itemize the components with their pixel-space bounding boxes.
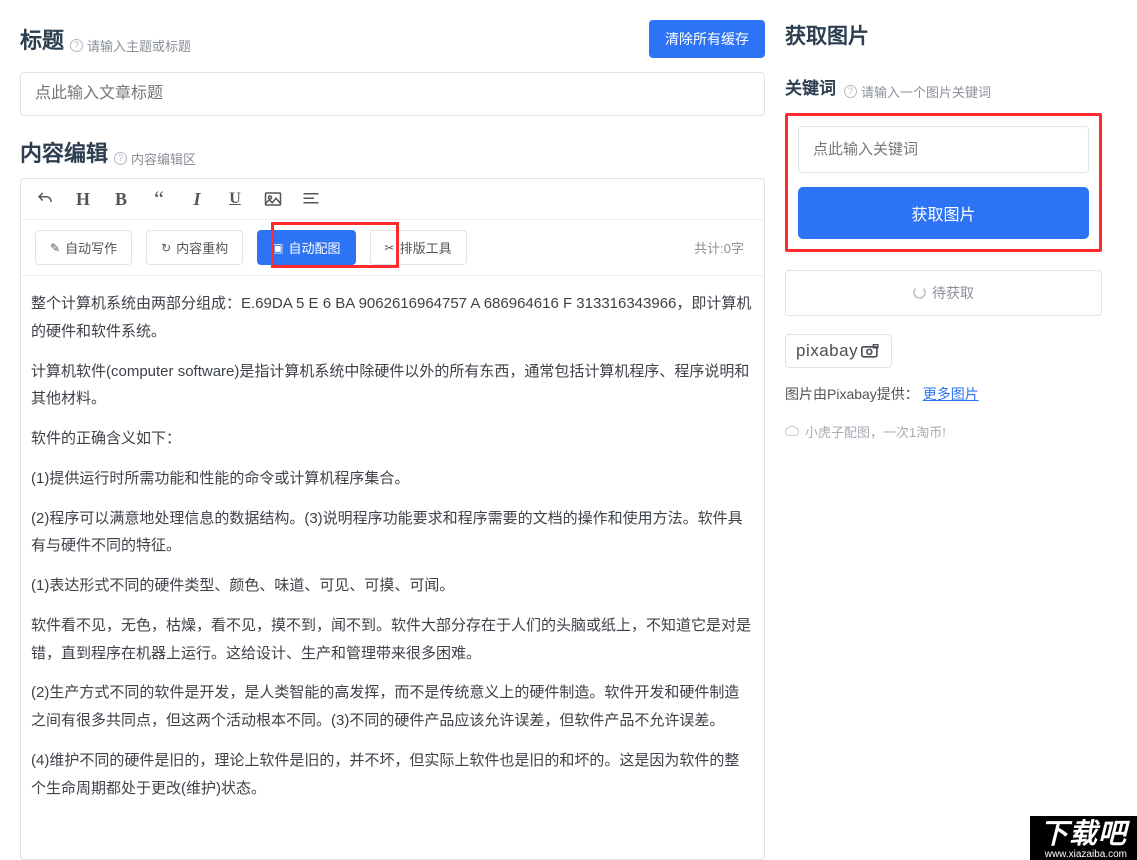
info-icon: ? <box>844 85 857 98</box>
pencil-icon: ✎ <box>50 241 60 255</box>
title-hint: ? 请输入主题或标题 <box>70 36 191 55</box>
align-icon[interactable] <box>301 189 321 209</box>
main-column: 标题 ? 请输入主题或标题 清除所有缓存 内容编辑 ? 内容编辑区 H B “ … <box>0 0 775 860</box>
keyword-highlight-block: 获取图片 <box>785 113 1102 252</box>
content-hint: ? 内容编辑区 <box>114 149 196 168</box>
content-paragraph: (2)程序可以满意地处理信息的数据结构。(3)说明程序功能要求和程序需要的文档的… <box>31 505 754 561</box>
keyword-label: 关键词 <box>785 74 836 99</box>
auto-write-button[interactable]: ✎ 自动写作 <box>35 230 132 265</box>
auto-image-button[interactable]: ▣ 自动配图 <box>257 230 355 265</box>
watermark: 下载吧 www.xiazaiba.com <box>1027 813 1137 860</box>
side-title: 获取图片 <box>785 20 1102 50</box>
pending-status: 待获取 <box>785 270 1102 316</box>
fetch-image-button[interactable]: 获取图片 <box>798 187 1089 239</box>
side-column: 获取图片 关键词 ? 请输入一个图片关键词 获取图片 待获取 pixabay 图… <box>775 0 1120 860</box>
action-toolbar: ✎ 自动写作 ↻ 内容重构 ▣ 自动配图 ✂ 排版工具 共计:0字 <box>21 220 764 276</box>
image-icon[interactable] <box>263 189 283 209</box>
keyword-hint: ? 请输入一个图片关键词 <box>844 82 991 101</box>
char-count: 共计:0字 <box>694 238 750 257</box>
content-paragraph: 软件的正确含义如下： <box>31 425 754 453</box>
content-paragraph: (1)表达形式不同的硬件类型、颜色、味道、可见、可摸、可闻。 <box>31 572 754 600</box>
editor-box: H B “ I U ✎ 自动写作 ↻ 内容重构 ▣ 自动配图 <box>20 178 765 860</box>
content-paragraph: (2)生产方式不同的软件是开发，是人类智能的高发挥，而不是传统意义上的硬件制造。… <box>31 679 754 735</box>
quote-icon[interactable]: “ <box>149 189 169 209</box>
refresh-icon: ↻ <box>161 241 171 255</box>
camera-icon <box>861 344 881 358</box>
underline-icon[interactable]: U <box>225 189 245 209</box>
keyword-input[interactable] <box>798 126 1089 173</box>
content-paragraph: 整个计算机系统由两部分组成：E.69DA 5 E 6 BA 9062616964… <box>31 290 754 346</box>
content-paragraph: (1)提供运行时所需功能和性能的命令或计算机程序集合。 <box>31 465 754 493</box>
italic-icon[interactable]: I <box>187 189 207 209</box>
clear-cache-button[interactable]: 清除所有缓存 <box>649 20 765 58</box>
cloud-icon <box>785 426 799 436</box>
picture-icon: ▣ <box>272 241 283 255</box>
layout-icon: ✂ <box>385 241 395 255</box>
info-icon: ? <box>70 39 83 52</box>
title-label: 标题 <box>20 23 64 55</box>
title-header: 标题 ? 请输入主题或标题 清除所有缓存 <box>20 20 765 58</box>
pixabay-logo: pixabay <box>785 334 892 368</box>
undo-icon[interactable] <box>35 189 55 209</box>
content-paragraph: 软件看不见，无色，枯燥，看不见，摸不到，闻不到。软件大部分存在于人们的头脑或纸上… <box>31 612 754 668</box>
keyword-header: 关键词 ? 请输入一个图片关键词 <box>785 74 1102 101</box>
restructure-button[interactable]: ↻ 内容重构 <box>146 230 243 265</box>
footer-note: 小虎子配图，一次1淘币! <box>785 422 1102 441</box>
format-toolbar: H B “ I U <box>21 179 764 220</box>
spinner-icon <box>913 286 926 299</box>
heading-icon[interactable]: H <box>73 189 93 209</box>
credit-line: 图片由Pixabay提供： 更多图片 <box>785 384 1102 404</box>
content-paragraph: (4)维护不同的硬件是旧的，理论上软件是旧的，并不坏，但实际上软件也是旧的和坏的… <box>31 747 754 803</box>
content-area[interactable]: 整个计算机系统由两部分组成：E.69DA 5 E 6 BA 9062616964… <box>21 276 764 859</box>
bold-icon[interactable]: B <box>111 189 131 209</box>
more-images-link[interactable]: 更多图片 <box>923 386 979 402</box>
info-icon: ? <box>114 152 127 165</box>
content-label: 内容编辑 <box>20 136 108 168</box>
article-title-input[interactable] <box>20 72 765 116</box>
layout-tool-button[interactable]: ✂ 排版工具 <box>370 230 467 265</box>
content-paragraph: 计算机软件(computer software)是指计算机系统中除硬件以外的所有… <box>31 358 754 414</box>
